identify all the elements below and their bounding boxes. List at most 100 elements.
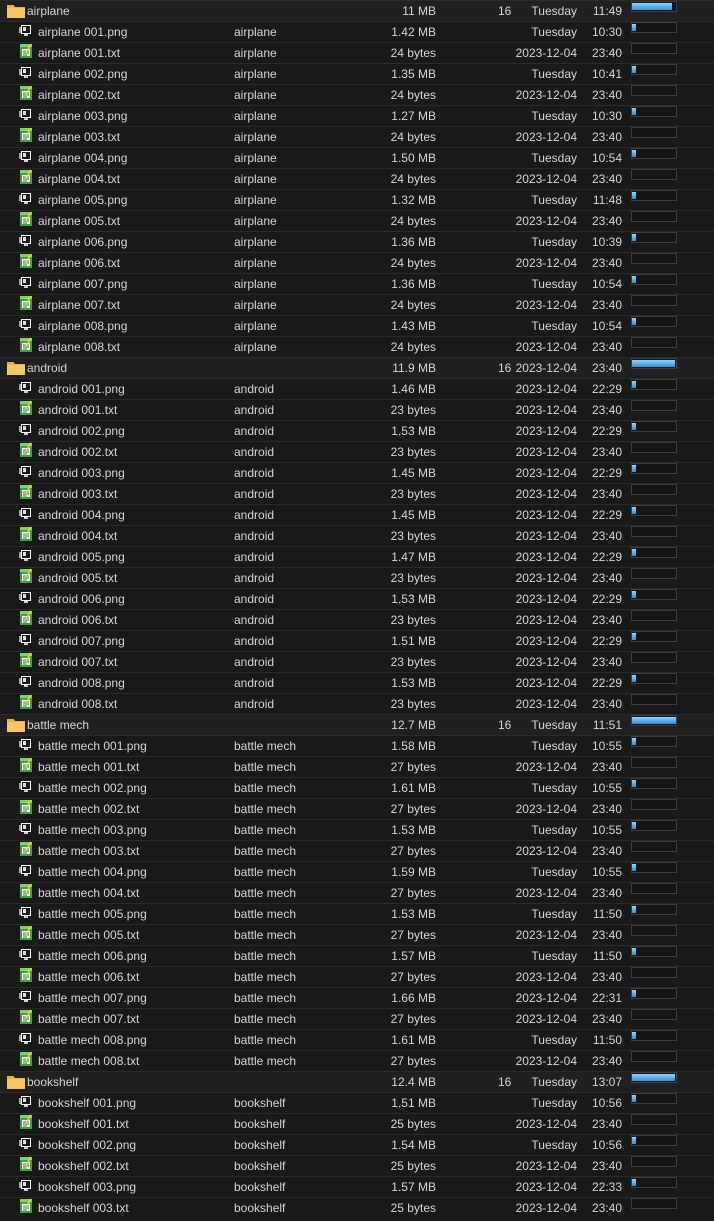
file-row[interactable]: airplane 002.png airplane 1.35 MB Tuesday 10…: [0, 63, 714, 84]
size-value: 1.51 MB: [391, 634, 436, 648]
file-row[interactable]: airplane 006.txt airplane 24 bytes 2023-12-…: [0, 252, 714, 273]
file-row[interactable]: battle mech 002.txt battle mech 27 bytes 20…: [0, 798, 714, 819]
modified-date: Tuesday: [531, 4, 577, 18]
file-row[interactable]: bookshelf 003.png bookshelf 1.57 MB 2023-12…: [0, 1176, 714, 1197]
file-row[interactable]: airplane 008.txt airplane 24 bytes 2023-12-…: [0, 336, 714, 357]
file-row[interactable]: battle mech 001.txt battle mech 27 bytes 20…: [0, 756, 714, 777]
file-row[interactable]: airplane 005.png airplane 1.32 MB Tuesday 11…: [0, 189, 714, 210]
file-row[interactable]: battle mech 006.txt battle mech 27 bytes 20…: [0, 966, 714, 987]
file-row[interactable]: airplane 008.png airplane 1.43 MB Tuesday 10…: [0, 315, 714, 336]
modified-time: 23:40: [591, 445, 622, 459]
parent-folder: bookshelf: [234, 1201, 286, 1215]
size-value: 1.50 MB: [391, 151, 436, 165]
file-row[interactable]: android 007.txt android 23 bytes 2023-12-04…: [0, 651, 714, 672]
parent-folder: battle mech: [234, 1054, 297, 1068]
modified-date: 2023-12-04: [515, 970, 577, 984]
parent-folder: airplane: [234, 214, 277, 228]
modified-date: 2023-12-04: [515, 256, 577, 270]
file-row[interactable]: battle mech 008.png battle mech 1.61 MB Tue…: [0, 1029, 714, 1050]
file-row[interactable]: airplane 001.png airplane 1.42 MB Tuesday 10…: [0, 21, 714, 42]
file-row[interactable]: battle mech 006.png battle mech 1.57 MB Tue…: [0, 945, 714, 966]
file-row[interactable]: airplane 007.png airplane 1.36 MB Tuesday 10…: [0, 273, 714, 294]
image-file-icon: [19, 778, 33, 794]
size-value: 23 bytes: [390, 403, 436, 417]
folder-row[interactable]: bookshelf 12.4 MB 16 Tuesday 13:07: [0, 1071, 714, 1092]
file-row[interactable]: android 002.png android 1.53 MB 2023-12-04 2…: [0, 420, 714, 441]
file-row[interactable]: android 004.png android 1.45 MB 2023-12-04 2…: [0, 504, 714, 525]
file-row[interactable]: battle mech 005.txt battle mech 27 bytes 20…: [0, 924, 714, 945]
usage-bar-fill: [632, 108, 636, 115]
file-name: android 006.png: [38, 592, 125, 606]
modified-date: 2023-12-04: [515, 298, 577, 312]
text-file-icon: [19, 1051, 33, 1067]
size-value: 25 bytes: [390, 1201, 436, 1215]
file-row[interactable]: battle mech 008.txt battle mech 27 bytes 20…: [0, 1050, 714, 1071]
size-value: 1.47 MB: [391, 550, 436, 564]
folder-row[interactable]: battle mech 12.7 MB 16 Tuesday 11:51: [0, 714, 714, 735]
usage-bar: [631, 127, 677, 138]
size-value: 27 bytes: [390, 1054, 436, 1068]
file-row[interactable]: android 008.txt android 23 bytes 2023-12-04…: [0, 693, 714, 714]
file-row[interactable]: android 007.png android 1.51 MB 2023-12-04 2…: [0, 630, 714, 651]
modified-date: Tuesday: [531, 319, 577, 333]
parent-folder: battle mech: [234, 802, 297, 816]
file-row[interactable]: battle mech 002.png battle mech 1.61 MB Tue…: [0, 777, 714, 798]
file-count: 16: [498, 361, 512, 375]
parent-folder: battle mech: [234, 970, 297, 984]
file-row[interactable]: android 001.png android 1.46 MB 2023-12-04 2…: [0, 378, 714, 399]
modified-time: 22:29: [591, 508, 622, 522]
file-row[interactable]: android 005.png android 1.47 MB 2023-12-04 2…: [0, 546, 714, 567]
usage-bar: [631, 1135, 677, 1146]
usage-bar: [631, 589, 677, 600]
parent-folder: bookshelf: [234, 1180, 286, 1194]
file-row[interactable]: airplane 001.txt airplane 24 bytes 2023-12-…: [0, 42, 714, 63]
file-row[interactable]: battle mech 003.txt battle mech 27 bytes 20…: [0, 840, 714, 861]
file-row[interactable]: bookshelf 002.png bookshelf 1.54 MB Tuesday…: [0, 1134, 714, 1155]
file-row[interactable]: airplane 007.txt airplane 24 bytes 2023-12-…: [0, 294, 714, 315]
file-row[interactable]: android 008.png android 1.53 MB 2023-12-04 2…: [0, 672, 714, 693]
image-file-icon: [19, 589, 33, 605]
file-row[interactable]: airplane 005.txt airplane 24 bytes 2023-12-…: [0, 210, 714, 231]
file-row[interactable]: android 005.txt android 23 bytes 2023-12-04…: [0, 567, 714, 588]
parent-folder: airplane: [234, 88, 277, 102]
file-row[interactable]: airplane 004.png airplane 1.50 MB Tuesday 10…: [0, 147, 714, 168]
modified-date: 2023-12-04: [515, 1054, 577, 1068]
file-row[interactable]: battle mech 007.png battle mech 1.66 MB 202…: [0, 987, 714, 1008]
size-value: 27 bytes: [390, 844, 436, 858]
file-row[interactable]: bookshelf 003.txt bookshelf 25 bytes 2023-1…: [0, 1197, 714, 1218]
usage-bar: [631, 967, 677, 978]
modified-date: 2023-12-04: [515, 697, 577, 711]
file-row[interactable]: battle mech 007.txt battle mech 27 bytes 20…: [0, 1008, 714, 1029]
file-row[interactable]: bookshelf 001.txt bookshelf 25 bytes 2023-1…: [0, 1113, 714, 1134]
text-file-icon: [19, 610, 33, 626]
modified-time: 22:29: [591, 550, 622, 564]
modified-date: Tuesday: [531, 1096, 577, 1110]
file-name: battle mech 005.png: [38, 907, 147, 921]
modified-time: 11:49: [592, 4, 622, 18]
file-row[interactable]: battle mech 003.png battle mech 1.53 MB Tue…: [0, 819, 714, 840]
file-row[interactable]: bookshelf 002.txt bookshelf 25 bytes 2023-1…: [0, 1155, 714, 1176]
file-row[interactable]: airplane 006.png airplane 1.36 MB Tuesday 10…: [0, 231, 714, 252]
folder-row[interactable]: android 11.9 MB 16 2023-12-04 23:40: [0, 357, 714, 378]
file-row[interactable]: airplane 003.txt airplane 24 bytes 2023-12-…: [0, 126, 714, 147]
file-row[interactable]: android 003.txt android 23 bytes 2023-12-04…: [0, 483, 714, 504]
file-row[interactable]: android 003.png android 1.45 MB 2023-12-04 2…: [0, 462, 714, 483]
file-row[interactable]: battle mech 004.txt battle mech 27 bytes 20…: [0, 882, 714, 903]
file-row[interactable]: android 006.png android 1.53 MB 2023-12-04 2…: [0, 588, 714, 609]
text-file-icon: [19, 757, 33, 773]
folder-row[interactable]: airplane 11 MB 16 Tuesday 11:49: [0, 0, 714, 21]
file-row[interactable]: battle mech 005.png battle mech 1.53 MB Tue…: [0, 903, 714, 924]
file-row[interactable]: airplane 003.png airplane 1.27 MB Tuesday 10…: [0, 105, 714, 126]
file-row[interactable]: airplane 004.txt airplane 24 bytes 2023-12-…: [0, 168, 714, 189]
file-row[interactable]: airplane 002.txt airplane 24 bytes 2023-12-…: [0, 84, 714, 105]
file-row[interactable]: android 002.txt android 23 bytes 2023-12-04…: [0, 441, 714, 462]
file-row[interactable]: bookshelf 001.png bookshelf 1.51 MB Tuesday…: [0, 1092, 714, 1113]
modified-date: 2023-12-04: [515, 172, 577, 186]
parent-folder: bookshelf: [234, 1159, 286, 1173]
file-row[interactable]: battle mech 004.png battle mech 1.59 MB Tue…: [0, 861, 714, 882]
file-row[interactable]: battle mech 001.png battle mech 1.58 MB Tue…: [0, 735, 714, 756]
file-row[interactable]: android 001.txt android 23 bytes 2023-12-04…: [0, 399, 714, 420]
file-row[interactable]: android 004.txt android 23 bytes 2023-12-04…: [0, 525, 714, 546]
file-name: android 004.png: [38, 508, 125, 522]
file-row[interactable]: android 006.txt android 23 bytes 2023-12-04…: [0, 609, 714, 630]
